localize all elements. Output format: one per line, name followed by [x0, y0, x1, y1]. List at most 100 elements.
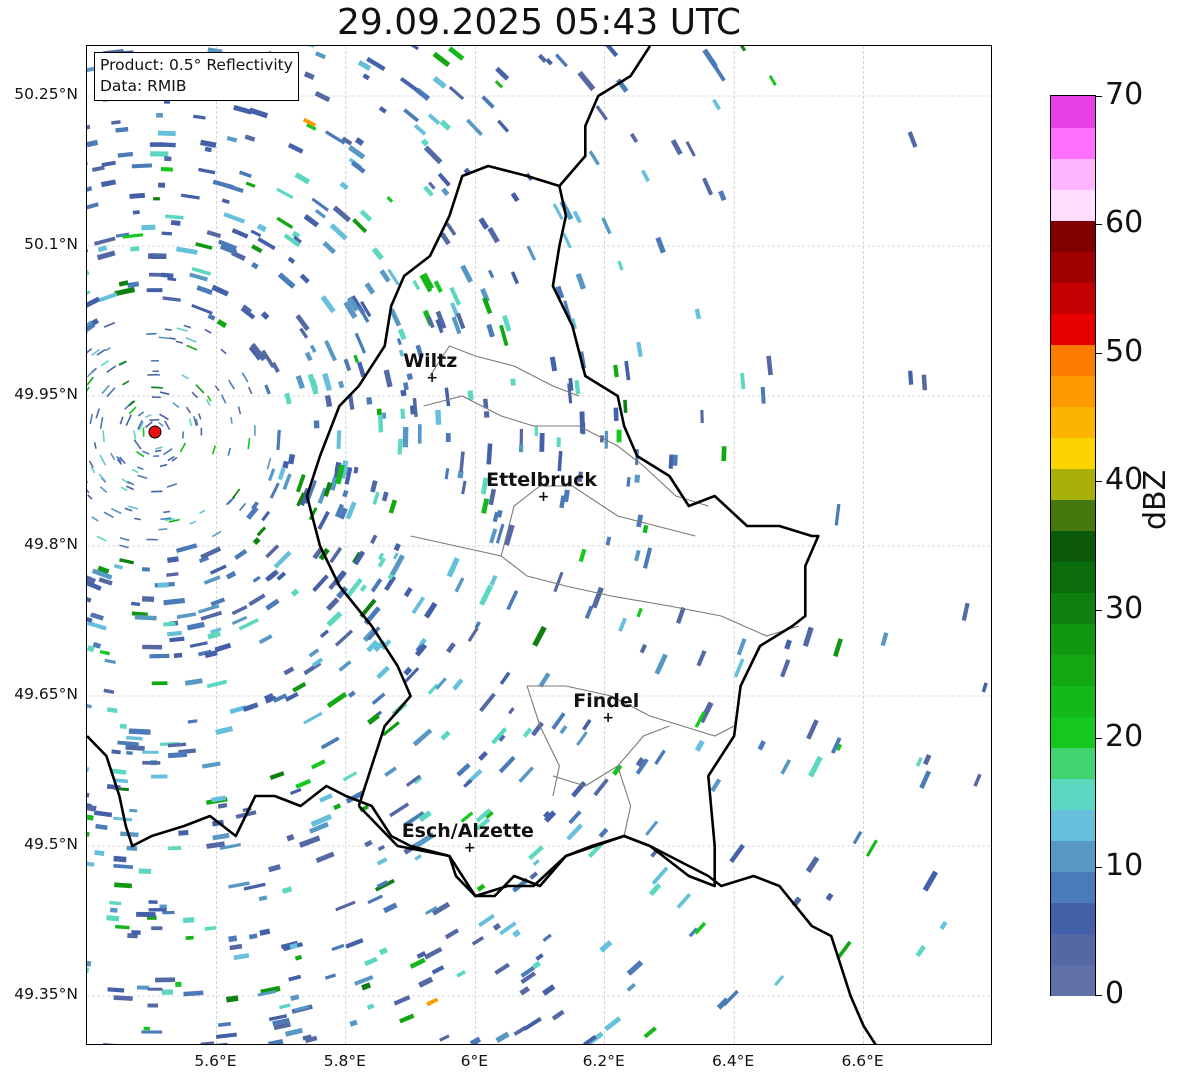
echo-cell: [98, 473, 106, 482]
echo-cell: [134, 614, 157, 621]
echo-cell: [825, 892, 834, 902]
colorbar-segment: [1051, 375, 1095, 407]
echo-cell: [175, 246, 198, 255]
echo-cell: [103, 511, 114, 519]
echo-cell: [159, 413, 169, 421]
echo-cell: [225, 570, 237, 580]
echo-cell: [200, 139, 217, 148]
echo-cell: [113, 563, 124, 570]
echo-cell: [145, 414, 152, 418]
echo-cell: [718, 190, 727, 202]
echo-cell: [119, 723, 127, 730]
echo-cell: [376, 857, 388, 866]
echo-cell: [757, 740, 766, 751]
echo-cell: [481, 95, 495, 109]
echo-cell: [129, 808, 138, 813]
echo-cell: [214, 642, 232, 653]
echo-cell: [721, 446, 727, 462]
echo-cell: [307, 373, 319, 395]
echo-cell: [299, 273, 310, 284]
echo-cell: [126, 485, 134, 491]
echo-cell: [114, 924, 130, 930]
echo-cell: [371, 692, 386, 705]
colorbar-segment: [1051, 747, 1095, 779]
colorbar-segment: [1051, 902, 1095, 934]
echo-cell: [295, 374, 305, 390]
echo-cell: [119, 536, 130, 542]
echo-cell: [426, 997, 439, 1007]
echo-cell: [138, 868, 152, 874]
colorbar-segment: [1051, 809, 1095, 841]
lon-tick-label: 5.8°E: [323, 1052, 366, 1070]
echo-cell: [156, 112, 163, 118]
echo-cell: [87, 247, 89, 260]
echo-cell: [147, 1003, 159, 1008]
echo-cell: [308, 648, 320, 658]
lat-tick-label: 49.95°N: [14, 385, 78, 403]
echo-cell: [292, 681, 307, 693]
city-label: Ettelbruck: [486, 469, 598, 491]
echo-cell: [432, 75, 447, 89]
echo-cell: [636, 607, 643, 618]
colorbar-segment: [1051, 313, 1095, 345]
echo-cell: [87, 124, 91, 132]
echo-cell: [353, 466, 359, 474]
echo-cell: [87, 369, 95, 378]
echo-cell: [221, 198, 230, 205]
echo-cell: [482, 297, 493, 315]
echo-cell: [106, 707, 118, 714]
echo-cell: [532, 859, 540, 866]
colorbar-segment: [1051, 654, 1095, 686]
echo-cell: [111, 120, 121, 125]
echo-cell: [774, 975, 785, 987]
echo-cell: [223, 183, 244, 194]
echo-cell: [413, 124, 427, 136]
echo-cell: [406, 373, 413, 381]
echo-cell: [87, 861, 95, 867]
echo-cell: [95, 408, 101, 419]
echo-cell: [111, 749, 121, 755]
echo-cell: [87, 703, 93, 709]
echo-cell: [907, 131, 918, 148]
echo-cell: [486, 323, 495, 338]
echo-cell: [915, 944, 926, 958]
echo-cell: [87, 139, 99, 148]
echo-cell: [805, 856, 820, 874]
country-borders: [87, 46, 877, 1044]
echo-cell: [252, 575, 261, 583]
echo-cell: [121, 478, 130, 485]
echo-cell: [150, 774, 168, 779]
echo-cell: [433, 280, 443, 293]
echo-cell: [102, 1043, 116, 1044]
echo-cell: [574, 380, 581, 395]
echo-cell: [376, 408, 382, 416]
echo-cell: [364, 956, 378, 967]
echo-cell: [110, 452, 116, 461]
colorbar-segment: [1051, 778, 1095, 810]
echo-cell: [489, 528, 498, 544]
echo-cell: [343, 358, 352, 372]
echo-cell: [155, 446, 163, 450]
colorbar-tick-label: 60: [1105, 205, 1144, 241]
echo-cell: [367, 894, 384, 905]
echo-cell: [518, 766, 535, 783]
echo-cell: [149, 142, 164, 147]
echo-cell: [386, 195, 394, 203]
echo-cell: [522, 727, 533, 738]
echo-cell: [227, 379, 236, 390]
echo-cell: [251, 244, 263, 254]
echo-cell: [91, 165, 105, 172]
echo-cell: [172, 402, 180, 409]
echo-cell: [176, 612, 197, 619]
echo-cell: [176, 327, 188, 332]
reflectivity-echoes: [87, 46, 988, 1044]
echo-cell: [99, 417, 104, 429]
echo-cell: [495, 66, 510, 81]
map-title: 29.09.2025 05:43 UTC: [336, 2, 742, 43]
echo-cell: [694, 308, 702, 320]
echo-cell: [403, 108, 420, 123]
echo-cell: [431, 965, 445, 975]
echo-cell: [479, 584, 494, 606]
radar-map[interactable]: [86, 45, 992, 1045]
admin-boundary-line-5: [552, 725, 670, 787]
